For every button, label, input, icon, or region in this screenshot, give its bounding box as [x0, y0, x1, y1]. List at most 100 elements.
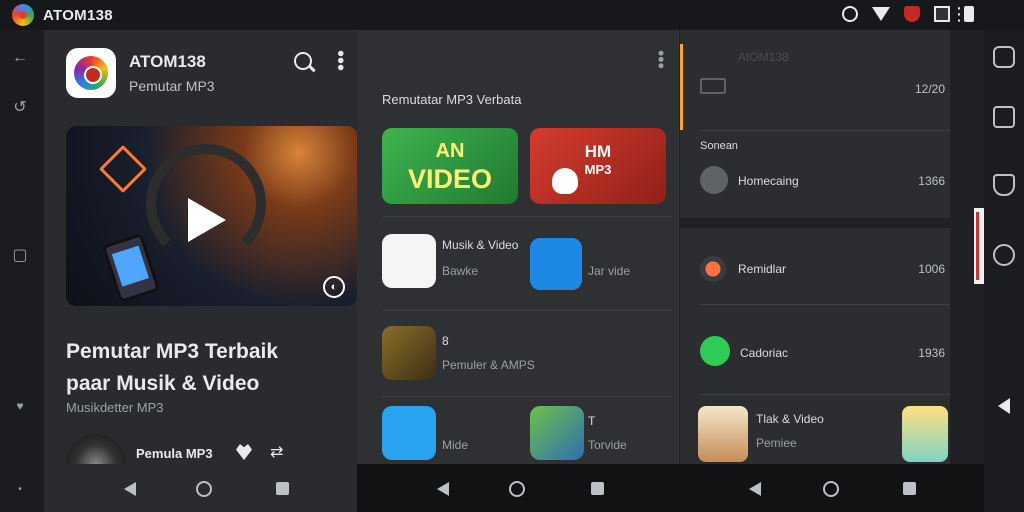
stat-label[interactable]: Remidlar	[738, 262, 786, 276]
list-item-sub: Pemuler & AMPS	[442, 358, 535, 372]
divider	[382, 310, 672, 311]
mp3-tile[interactable]: HM MP3	[530, 128, 666, 204]
video-tile-line1: AN	[435, 140, 465, 162]
nav-home-icon[interactable]	[823, 481, 839, 497]
phone-graphic	[101, 232, 161, 304]
left-rail: ← ↺ ▢ ♥ •	[0, 30, 44, 512]
nav-bar	[44, 464, 984, 512]
nav-home-icon[interactable]	[509, 481, 525, 497]
link-icon[interactable]: ↺	[8, 96, 32, 120]
tools-icon	[700, 166, 728, 194]
stat-value: 12/20	[914, 82, 945, 96]
status-app-name: ATOM138	[43, 6, 113, 24]
list-item[interactable]: 8 Pemuler & AMPS	[382, 322, 672, 382]
app-logo-icon	[12, 4, 34, 26]
music-app-icon	[382, 234, 436, 288]
caption: Musikdetter MP3	[66, 400, 164, 415]
mp3-tile-line2: MP3	[584, 162, 612, 177]
divider	[382, 396, 672, 397]
stat-sub: Pemiee	[756, 436, 797, 450]
window-icon[interactable]	[993, 106, 1015, 128]
app-icon[interactable]	[66, 48, 116, 98]
rotate-icon[interactable]	[993, 46, 1015, 68]
nav-recents-icon[interactable]	[591, 482, 604, 495]
player-panel: ATOM138 Pemutar MP3 ••• ◐ Pemutar MP3 Te…	[44, 30, 357, 494]
square-icon[interactable]: ▢	[8, 244, 32, 268]
more-vert-icon[interactable]: •••	[329, 50, 351, 71]
avatar[interactable]	[902, 406, 948, 462]
app-logo-icon	[74, 56, 108, 90]
check-icon	[700, 336, 730, 366]
list-item-title: Mide	[442, 438, 469, 452]
list-item-title: 8	[442, 334, 449, 348]
stat-label[interactable]: Homecaing	[738, 174, 799, 188]
nav-segment	[357, 464, 984, 512]
nav-back-icon[interactable]	[124, 482, 136, 496]
collapse-arrow-icon[interactable]	[998, 398, 1010, 414]
headline-line1: Pemutar MP3 Terbaik	[66, 340, 279, 363]
nav-back-icon[interactable]	[749, 482, 761, 496]
divider	[700, 130, 950, 131]
video-app-icon	[530, 238, 582, 290]
stats-panel: AtOM138 12/20 Sonean Homecaing 1366	[680, 30, 950, 218]
shield-icon[interactable]	[993, 174, 1015, 196]
heart-icon[interactable]: ♥	[8, 394, 32, 418]
stats-panel-lower: Remidlar 1006 Cadoriac 1936 Tlak & Video…	[680, 228, 950, 464]
gold-app-icon	[382, 326, 436, 380]
app-title: ATOM138	[129, 52, 206, 71]
stat-label[interactable]: Tlak & Video	[756, 412, 824, 426]
back-arrow-icon[interactable]: ←	[8, 46, 32, 70]
list-item-title: T	[588, 414, 596, 428]
play-icon[interactable]	[188, 198, 226, 242]
stat-value: 1006	[918, 262, 945, 276]
divider	[382, 216, 672, 217]
list-item[interactable]: Musik & Video Bawke Jar vide	[382, 234, 672, 294]
list-item-sub: Bawke	[442, 264, 479, 278]
screen-icon	[934, 6, 950, 22]
shield-icon	[904, 6, 920, 22]
status-bar: ATOM138 ⋮	[0, 0, 1024, 30]
info-icon[interactable]	[993, 244, 1015, 266]
divider	[700, 394, 950, 395]
list-item[interactable]: Mide T Torvide	[382, 406, 672, 466]
track-title: Pemula MP3	[136, 446, 213, 461]
status-menu-icon[interactable]: ⋮	[950, 5, 968, 23]
video-tile[interactable]: AN VIDEO	[382, 128, 518, 204]
list-item-title: Musik & Video	[442, 238, 519, 252]
section-label: Sonean	[700, 140, 738, 152]
sparkle-icon	[98, 144, 148, 194]
more-vert-icon[interactable]: •••	[651, 50, 671, 69]
compass-app-icon	[382, 406, 436, 460]
section-title: Remutatar MP3 Verbata	[382, 92, 522, 107]
headline-line2: paar Musik & Video	[66, 372, 260, 395]
nav-back-icon[interactable]	[437, 482, 449, 496]
list-item-sub: Torvide	[588, 438, 627, 452]
now-playing-row[interactable]: Pemula MP3 ⇄	[66, 430, 357, 494]
hero-video-card[interactable]: ◐	[66, 126, 357, 306]
stat-value: 1936	[918, 346, 945, 360]
list-item-sub: Jar vide	[588, 264, 631, 278]
image-icon	[700, 78, 726, 94]
dot-icon: •	[18, 484, 22, 495]
video-tile-line2: VIDEO	[407, 164, 493, 194]
nav-home-icon[interactable]	[196, 481, 212, 497]
edge-card[interactable]	[974, 208, 984, 284]
shuffle-icon[interactable]: ⇄	[270, 442, 283, 462]
ghost-icon	[552, 168, 578, 194]
wifi-icon	[872, 7, 890, 21]
mp3-tile-line1: HM	[584, 142, 612, 161]
catalog-panel: ••• Remutatar MP3 Verbata AN VIDEO HM MP…	[357, 30, 679, 464]
stat-label[interactable]: Cadoriac	[740, 346, 788, 360]
app-subtitle: Pemutar MP3	[129, 78, 215, 94]
nav-recents-icon[interactable]	[903, 482, 916, 495]
right-rail	[984, 30, 1024, 512]
divider	[700, 304, 950, 305]
nav-segment	[44, 464, 357, 512]
avatar[interactable]	[698, 406, 748, 462]
heart-icon[interactable]	[236, 444, 252, 460]
info-badge-icon[interactable]: ◐	[323, 276, 345, 298]
nav-recents-icon[interactable]	[276, 482, 289, 495]
search-icon[interactable]	[294, 52, 312, 70]
accent-bar	[680, 44, 683, 130]
sync-icon	[842, 6, 858, 22]
